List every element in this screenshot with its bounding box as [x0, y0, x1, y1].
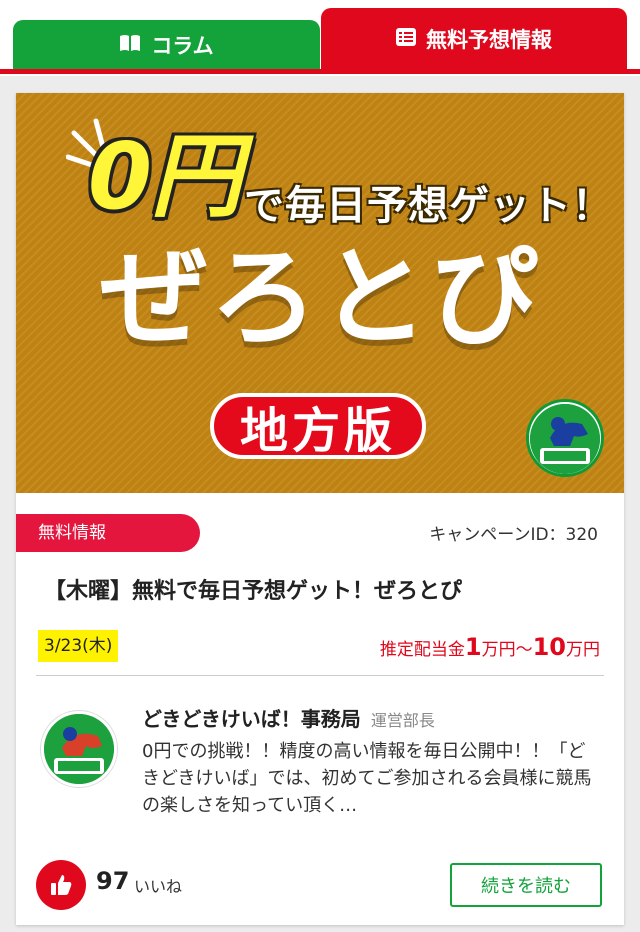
thumbs-up-icon — [51, 875, 72, 895]
divider — [36, 675, 604, 676]
post-card[interactable]: 0円 で毎日予想ゲット！ ぜろとぴ 地方版 無料情報 キャンペーンID：320 … — [16, 93, 624, 925]
read-more-button[interactable]: 続きを読む — [450, 863, 602, 907]
payout-unit-2: 万円 — [566, 640, 600, 660]
tab-free-label: 無料予想情報 — [426, 28, 552, 52]
like-count: 97 — [96, 867, 130, 895]
tab-column[interactable]: コラム — [13, 20, 320, 70]
banner-subtitle: で毎日予想ゲット！ — [244, 183, 613, 229]
banner-badge: 地方版 — [210, 393, 426, 459]
estimated-payout: 推定配当金1万円〜10万円 — [380, 633, 600, 661]
like-label: いいね — [134, 877, 183, 896]
tab-bar: コラム 無料予想情報 — [0, 0, 640, 76]
tab-underline — [0, 69, 640, 74]
payout-prefix: 推定配当金 — [379, 640, 465, 660]
author-role: 運営部長 — [370, 711, 435, 730]
tab-column-label: コラム — [151, 34, 214, 58]
book-icon — [119, 33, 141, 57]
banner-zero-yen: 0円 — [88, 123, 242, 230]
tab-free-predictions[interactable]: 無料予想情報 — [321, 8, 627, 70]
payout-min: 1 — [464, 633, 482, 661]
dokidoki-logo — [526, 399, 604, 477]
payout-unit-1: 万円〜 — [481, 640, 533, 660]
list-icon — [396, 27, 416, 51]
payout-max: 10 — [532, 633, 566, 661]
post-excerpt: 0円での挑戦！！精度の高い情報を毎日公開中！！「どきどきけいば」では、初めてご参… — [142, 741, 592, 816]
post-date: 3/23(木) — [38, 630, 119, 662]
banner-title: ぜろとぴ — [99, 236, 540, 361]
banner-image[interactable]: 0円 で毎日予想ゲット！ ぜろとぴ 地方版 — [16, 93, 624, 493]
author-avatar — [40, 710, 118, 788]
like-button[interactable] — [36, 860, 86, 910]
campaign-id: キャンペーンID：320 — [429, 525, 598, 545]
author-name-text: どきどきけいば！事務局 — [142, 707, 361, 731]
author-name[interactable]: どきどきけいば！事務局 運営部長 — [142, 703, 435, 732]
post-title[interactable]: 【木曜】無料で毎日予想ゲット！ぜろとぴ — [44, 573, 462, 605]
category-tag: 無料情報 — [16, 514, 200, 552]
